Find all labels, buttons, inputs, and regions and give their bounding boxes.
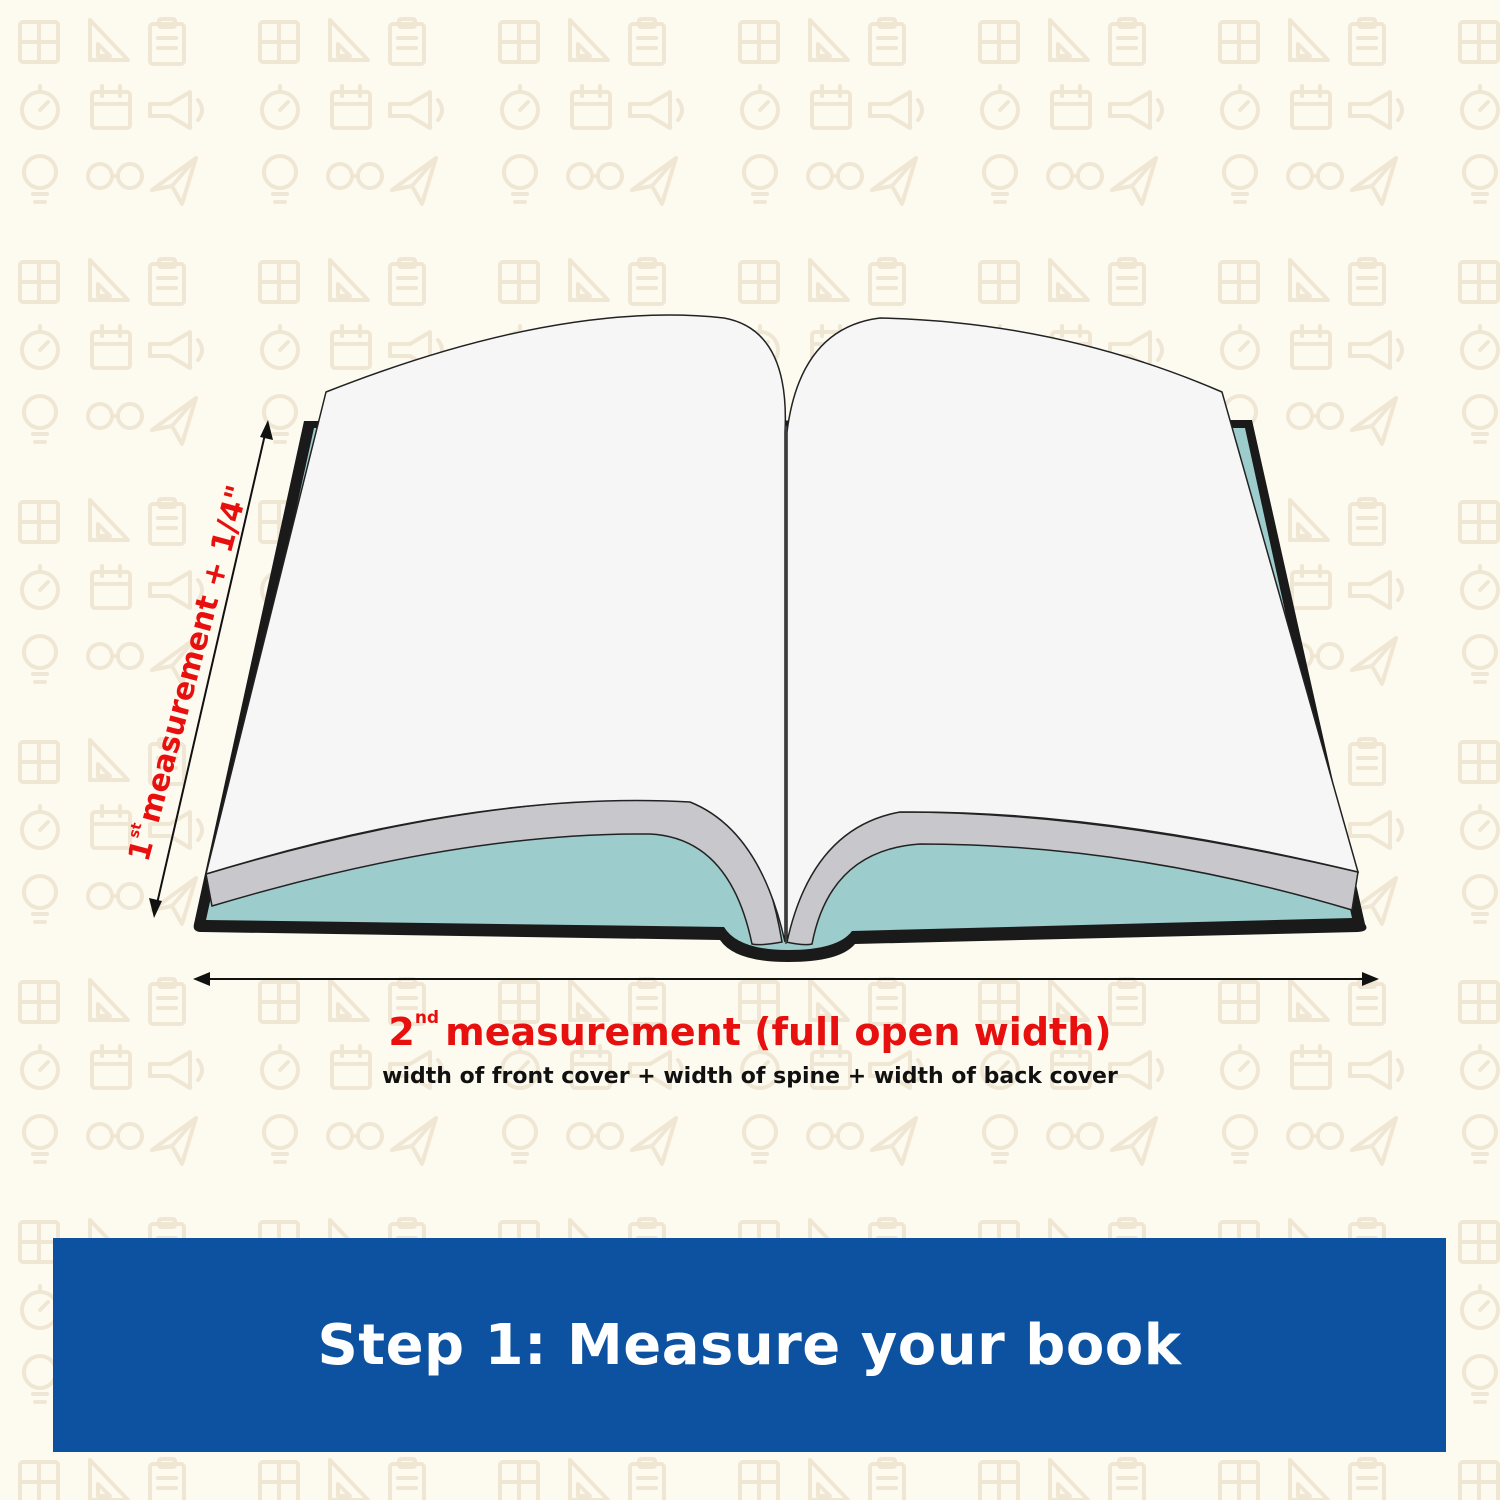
second-measurement-arrow	[193, 972, 1379, 986]
first-measurement-ordinal: 1	[121, 835, 161, 866]
second-measurement-ordinal: 2	[388, 1010, 415, 1054]
step-title: Step 1: Measure your book	[317, 1312, 1182, 1378]
step-banner: Step 1: Measure your book	[53, 1238, 1446, 1452]
second-measurement-subtext: width of front cover + width of spine + …	[382, 1064, 1118, 1089]
second-measurement-label: 2nd measurement (full open width)	[0, 1008, 1500, 1054]
second-measurement-text: measurement (full open width)	[445, 1010, 1112, 1054]
second-measurement-suffix: nd	[414, 1008, 440, 1028]
